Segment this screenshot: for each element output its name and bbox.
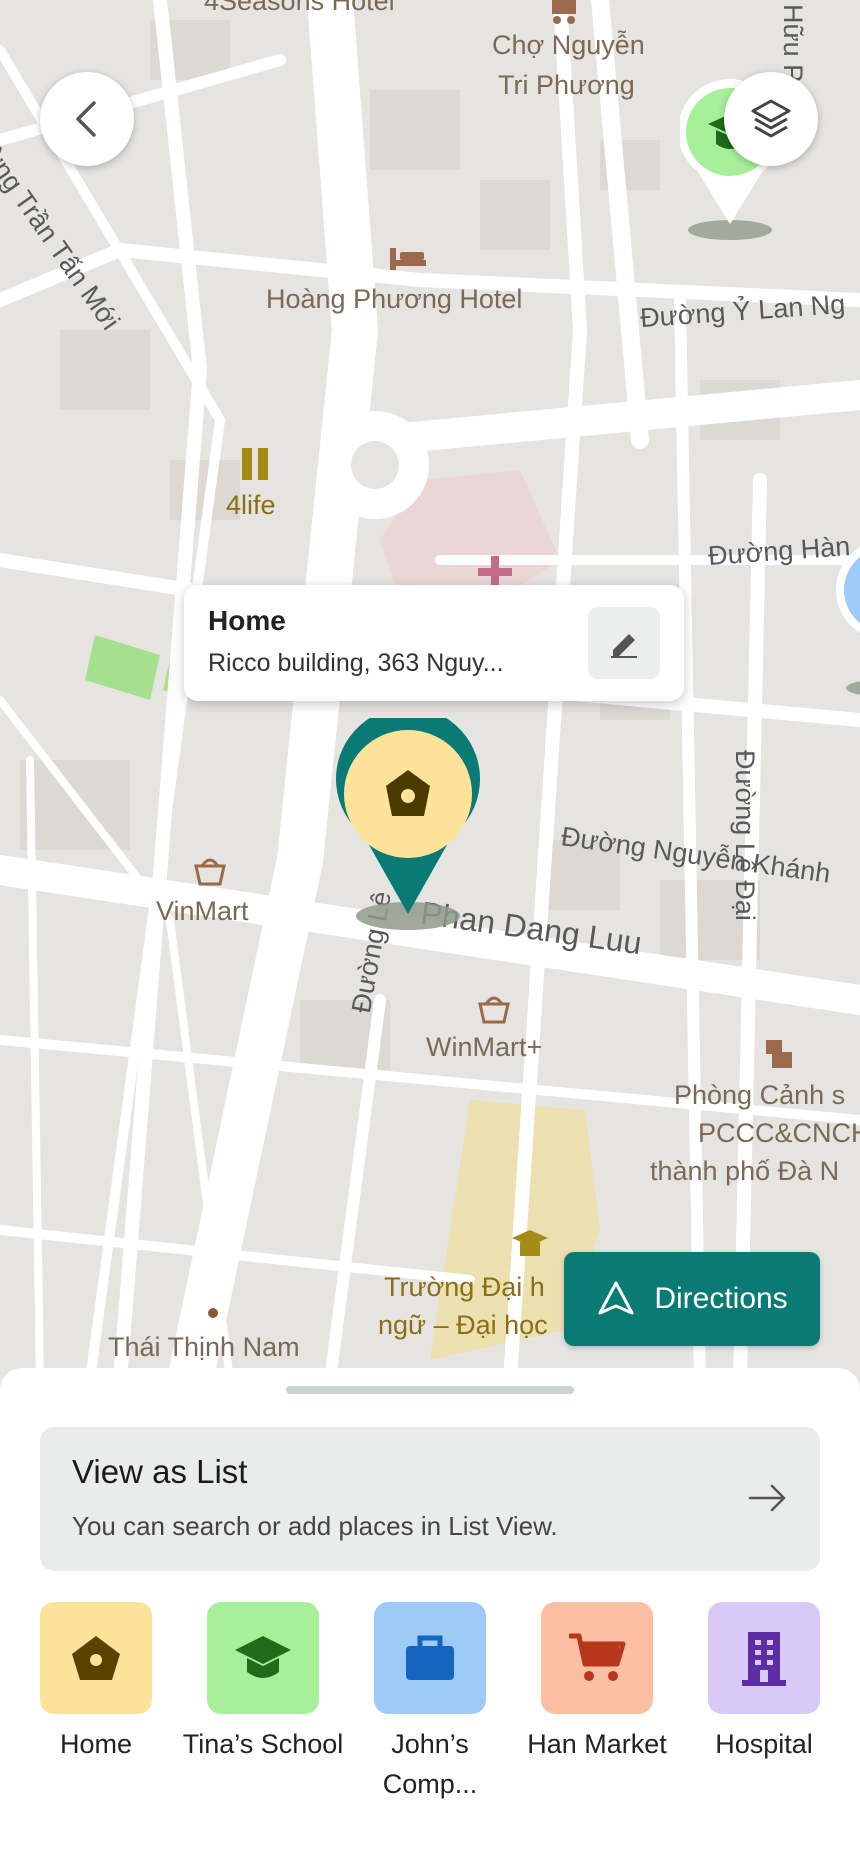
place-tile[interactable]	[40, 1602, 152, 1714]
map-dot	[208, 1308, 218, 1318]
view-as-list-card[interactable]: View as List You can search or add place…	[40, 1427, 820, 1571]
place-callout[interactable]: Home Ricco building, 363 Nguy...	[184, 585, 684, 701]
sheet-drag-handle[interactable]	[286, 1386, 574, 1394]
place-tile[interactable]	[541, 1602, 653, 1714]
chevron-left-icon	[76, 101, 96, 137]
layers-icon	[751, 99, 791, 138]
pencil-icon	[611, 634, 637, 658]
briefcase-icon	[406, 1635, 454, 1680]
market-icon	[552, 0, 576, 24]
map-label: WinMart+	[426, 1032, 543, 1062]
place-hospital[interactable]: Hospital	[708, 1602, 820, 1759]
police-icon	[766, 1040, 792, 1068]
back-button[interactable]	[40, 72, 134, 166]
map-label: Thái Thịnh Nam	[108, 1332, 300, 1362]
school-map-icon	[512, 1230, 548, 1256]
hotel-icon	[390, 248, 426, 270]
graduation-cap-icon	[235, 1636, 291, 1678]
map-label: Đường Lê Đại	[730, 750, 760, 921]
callout-title: Home	[208, 605, 286, 636]
basket-icon	[194, 858, 226, 886]
home-icon	[72, 1636, 120, 1680]
map-label: 4Seasons Hotel	[204, 0, 395, 16]
hospital-building-icon	[742, 1632, 786, 1686]
arrow-right-icon	[748, 1484, 786, 1512]
place-han-market[interactable]: Han Market	[527, 1602, 667, 1759]
cart-icon	[569, 1633, 626, 1681]
map-label: Tri Phương	[498, 70, 635, 100]
directions-label: Directions	[654, 1282, 788, 1315]
callout-address: Ricco building, 363 Nguy...	[208, 649, 504, 677]
saved-places-row: Home Tina’s School John’s Comp... Han Ma…	[40, 1602, 820, 1822]
home-location-pin[interactable]	[334, 718, 484, 932]
map-label: Chợ Nguyễn	[492, 30, 645, 60]
map-label: Trường Đại h	[384, 1272, 545, 1302]
view-as-list-subtitle: You can search or add places in List Vie…	[72, 1511, 558, 1541]
place-label: Hospital	[715, 1729, 813, 1759]
directions-button[interactable]: Directions	[564, 1252, 820, 1346]
map-label: Phòng Cảnh s	[674, 1080, 846, 1110]
navigation-arrow-icon	[598, 1281, 634, 1315]
edit-place-button[interactable]	[588, 607, 660, 679]
place-johns-company[interactable]: John’s Comp...	[374, 1602, 486, 1799]
bottom-sheet: View as List You can search or add place…	[0, 1368, 860, 1864]
place-home[interactable]: Home	[40, 1602, 152, 1759]
offscreen-location-pin[interactable]	[836, 530, 860, 700]
map-label: Hoàng Phương Hotel	[266, 284, 523, 314]
place-label: Han Market	[527, 1729, 667, 1759]
place-tile[interactable]	[207, 1602, 319, 1714]
map-label: Hữu P	[778, 4, 808, 83]
view-as-list-title: View as List	[72, 1453, 248, 1490]
place-label: John’s Comp...	[382, 1729, 478, 1799]
map-label: 4life	[226, 490, 276, 520]
place-tile[interactable]	[374, 1602, 486, 1714]
store-icon	[242, 448, 268, 480]
map-label: thành phố Đà N	[650, 1156, 840, 1186]
place-label: Home	[59, 1729, 133, 1759]
map-label: PCCC&CNCH	[698, 1118, 860, 1148]
place-tile[interactable]	[708, 1602, 820, 1714]
place-tinas-school[interactable]: Tina’s School	[183, 1602, 343, 1759]
place-label: Tina’s School	[182, 1729, 344, 1759]
map-layers-button[interactable]	[724, 72, 818, 166]
map-label: VinMart	[156, 896, 249, 926]
basket-icon	[478, 996, 510, 1024]
map-label: ngữ – Đại học	[378, 1310, 548, 1340]
